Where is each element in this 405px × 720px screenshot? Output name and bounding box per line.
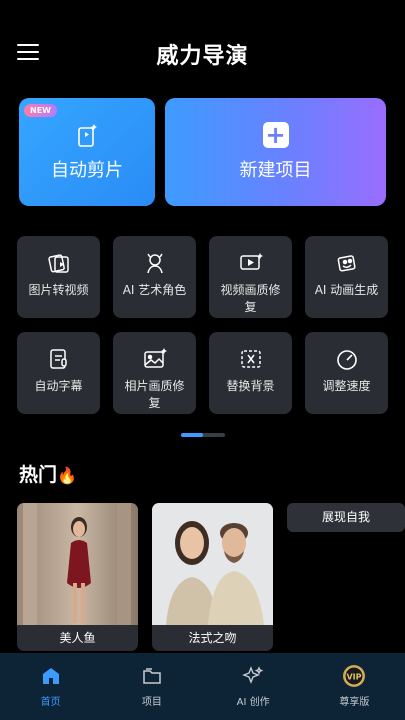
video-label: 美人鱼 (59, 631, 96, 645)
vip-icon: VIP (342, 665, 366, 687)
fire-icon: 🔥 (57, 466, 77, 485)
tool-label: 相片画质修复 (124, 379, 185, 410)
auto-edit-label: 自动剪片 (51, 160, 123, 181)
nav-home[interactable]: 首页 (0, 653, 101, 720)
tool-label: 视频画质修复 (220, 283, 281, 314)
video-enhance-icon (238, 250, 264, 276)
nav-label: 尊享版 (339, 697, 370, 708)
page-indicator-active (181, 433, 203, 437)
tool-photo-enhance[interactable]: 相片画质修复 (113, 332, 196, 414)
new-project-label: 新建项目 (239, 160, 312, 181)
page-title: 威力导演 (156, 44, 249, 69)
thumbnail-couple (152, 503, 273, 625)
video-card-french-kiss[interactable]: 法式之吻 (152, 503, 273, 651)
tool-speed[interactable]: 调整速度 (305, 332, 388, 414)
nav-vip[interactable]: VIP 尊享版 (304, 653, 405, 720)
bottom-nav: 首页 项目 AI 创作 VIP 尊享版 (0, 653, 405, 720)
background-replace-icon (239, 346, 263, 372)
photo-enhance-icon (142, 346, 168, 372)
page-indicator (181, 433, 225, 437)
nav-projects[interactable]: 项目 (101, 653, 202, 720)
photo-to-video-icon (47, 250, 71, 276)
tool-label: 替换背景 (226, 379, 275, 393)
ai-animation-icon (335, 250, 359, 276)
new-badge: NEW (24, 104, 57, 117)
tool-ai-animation[interactable]: AI 动画生成 (305, 236, 388, 318)
tool-label: 图片转视频 (28, 283, 89, 297)
nav-label: 首页 (40, 697, 61, 708)
speed-icon (335, 346, 359, 372)
tool-auto-caption[interactable]: 自动字幕 (17, 332, 100, 414)
auto-edit-card[interactable]: NEW 自动剪片 (19, 98, 155, 206)
plus-icon: + (262, 122, 289, 148)
auto-edit-icon (78, 124, 97, 147)
hot-chip[interactable]: 展现自我 (287, 503, 405, 532)
tool-label: AI 艺术角色 (122, 283, 187, 297)
tool-label: 自动字幕 (34, 379, 83, 393)
sparkle-icon (242, 665, 264, 687)
tool-video-enhance[interactable]: 视频画质修复 (209, 236, 292, 318)
folder-icon (141, 665, 163, 687)
tool-ai-character[interactable]: AI 艺术角色 (113, 236, 196, 318)
home-icon (40, 665, 62, 687)
nav-label: 项目 (141, 697, 162, 708)
new-project-card[interactable]: + 新建项目 (165, 98, 386, 206)
svg-text:VIP: VIP (347, 673, 362, 682)
thumbnail-woman-red-dress (17, 503, 138, 625)
tool-photo-to-video[interactable]: 图片转视频 (17, 236, 100, 318)
hot-title-text: 热门 (19, 464, 58, 486)
ai-character-icon (143, 250, 167, 276)
caption-icon (47, 346, 71, 372)
tool-label: 调整速度 (322, 379, 371, 393)
nav-label: AI 创作 (236, 697, 270, 708)
video-card-mermaid[interactable]: 美人鱼 (17, 503, 138, 651)
header: 威力导演 (0, 0, 405, 105)
tool-background-replace[interactable]: 替换背景 (209, 332, 292, 414)
tool-label: AI 动画生成 (314, 283, 379, 297)
nav-ai-create[interactable]: AI 创作 (203, 653, 304, 720)
hot-section-title: 热门🔥 (19, 460, 77, 487)
video-label: 法式之吻 (188, 631, 237, 645)
